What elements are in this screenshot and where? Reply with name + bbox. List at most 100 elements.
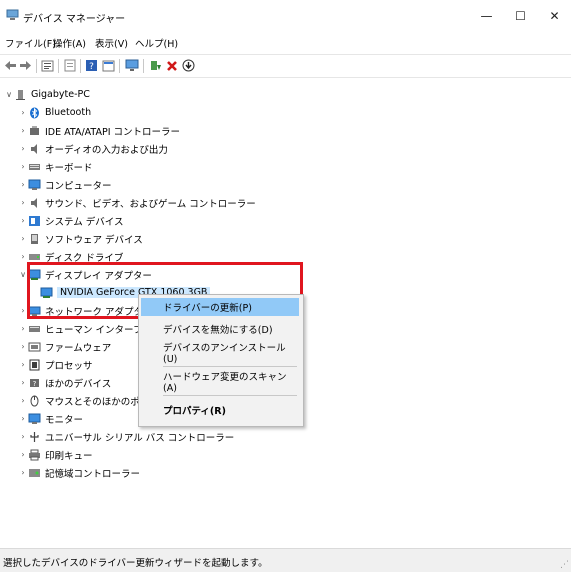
tree-item-label: 印刷キュー [45,450,93,462]
chevron-right-icon[interactable]: › [18,126,28,135]
chevron-right-icon[interactable]: › [18,450,28,459]
software-device-icon [31,233,38,244]
chevron-right-icon[interactable]: › [18,360,28,369]
menu-help[interactable]: ヘルプ(H) [135,36,178,50]
properties-menu-item[interactable]: プロパティ(R) [141,401,299,419]
other-device-icon: ? [30,378,39,388]
tree-item-audio[interactable]: › オーディオの入力および出力 [18,140,168,157]
tree-item-label: サウンド、ビデオ、およびゲーム コントローラー [45,198,256,210]
tree-item-system[interactable]: › システム デバイス [18,212,123,229]
action-icon[interactable] [101,58,116,73]
tree-root[interactable]: ∨ Gigabyte-PC [4,86,90,103]
update-driver-icon[interactable] [148,58,163,73]
chevron-right-icon[interactable]: › [18,468,28,477]
ide-controller-icon [30,125,39,135]
tree-item-label: コンピューター [45,180,112,192]
tree-item-label: システム デバイス [45,216,124,228]
chevron-right-icon[interactable]: › [18,144,28,153]
chevron-right-icon[interactable]: › [18,342,28,351]
scan-hardware-icon[interactable] [124,58,139,73]
chevron-down-icon[interactable]: ∨ [4,90,14,99]
tree-item-computer[interactable]: › コンピューター [18,176,112,193]
menu-view[interactable]: 表示(V) [95,36,128,50]
tree-item-label: IDE ATA/ATAPI コントローラー [45,126,181,138]
forward-icon[interactable] [18,58,33,73]
keyboard-icon [29,163,40,170]
tree-item-bluetooth[interactable]: › Bluetooth [18,104,91,121]
tree-item-monitor[interactable]: › モニター [18,410,83,427]
disable-icon[interactable] [181,58,196,73]
chevron-right-icon[interactable]: › [18,234,28,243]
title-bar: デバイス マネージャー — ☐ ✕ [0,0,571,32]
print-queue-icon [29,449,40,460]
tree-item-label: ソフトウェア デバイス [45,234,143,246]
chevron-right-icon[interactable]: › [18,216,28,225]
tree-item-usb[interactable]: › ユニバーサル シリアル バス コントローラー [18,428,234,445]
tree-item-software[interactable]: › ソフトウェア デバイス [18,230,143,247]
update-driver-menu-item[interactable]: ドライバーの更新(P) [141,298,299,316]
tree-item-label: プロセッサ [45,360,93,372]
minimize-button[interactable]: — [468,0,505,32]
show-hidden-icon[interactable] [62,58,77,73]
tree-item-label: ファームウェア [45,342,112,354]
uninstall-icon[interactable] [164,58,179,73]
chevron-right-icon[interactable]: › [18,162,28,171]
uninstall-device-menu-item[interactable]: デバイスのアンインストール(U) [141,343,299,365]
chevron-right-icon[interactable]: › [18,414,28,423]
menu-file[interactable]: ファイル(F) [5,36,56,50]
system-device-icon [29,215,40,226]
tree-item-processor[interactable]: › プロセッサ [18,356,93,373]
resize-grip-icon[interactable]: ⋰ [560,560,569,570]
tree-item-label: 記憶域コントローラー [45,468,141,480]
chevron-right-icon[interactable]: › [18,108,28,117]
tree-item-label: キーボード [45,162,93,174]
tree-item-sound[interactable]: › サウンド、ビデオ、およびゲーム コントローラー [18,194,256,211]
tree-item-keyboard[interactable]: › キーボード [18,158,93,175]
window-title: デバイス マネージャー [23,14,126,25]
menu-separator [163,366,297,367]
bluetooth-icon [30,107,39,118]
mouse-icon [30,395,39,406]
chevron-right-icon[interactable]: › [18,396,28,405]
toolbar: ? [0,54,571,78]
help-icon[interactable]: ? [84,58,99,73]
computer-icon [28,179,41,190]
properties-icon[interactable] [40,58,55,73]
chevron-right-icon[interactable]: › [18,180,28,189]
chevron-right-icon[interactable]: › [18,432,28,441]
tree-item-storage[interactable]: › 記憶域コントローラー [18,464,140,481]
scan-hardware-menu-item[interactable]: ハードウェア変更のスキャン(A) [141,372,299,394]
maximize-button[interactable]: ☐ [502,0,539,32]
tree-root-label: Gigabyte-PC [31,89,90,100]
tree-item-ide[interactable]: › IDE ATA/ATAPI コントローラー [18,122,180,139]
chevron-right-icon[interactable]: › [18,378,28,387]
tree-item-label: ユニバーサル シリアル バス コントローラー [45,432,235,444]
menu-action[interactable]: 操作(A) [53,36,86,50]
tree-item-label: ほかのデバイス [45,378,112,390]
tree-item-firmware[interactable]: › ファームウェア [18,338,111,355]
sound-icon [31,197,37,208]
disable-device-menu-item[interactable]: デバイスを無効にする(D) [141,320,299,338]
monitor-icon [28,413,41,424]
tree-item-label: モニター [45,414,84,426]
status-text: 選択したデバイスのドライバー更新ウィザードを起動します。 [3,558,268,569]
audio-icon [31,143,37,154]
tree-item-other[interactable]: › ? ほかのデバイス [18,374,111,391]
firmware-icon [28,342,41,351]
back-icon[interactable] [3,58,18,73]
close-button[interactable]: ✕ [536,0,571,32]
tree-item-label: オーディオの入力および出力 [45,144,168,156]
chevron-right-icon[interactable]: › [18,198,28,207]
usb-icon [30,431,39,442]
tree-item-print[interactable]: › 印刷キュー [18,446,93,463]
svg-text:?: ? [33,380,37,388]
device-manager-icon [6,9,19,20]
storage-controller-icon [29,468,40,477]
chevron-right-icon[interactable]: › [18,252,28,261]
svg-text:?: ? [89,62,94,72]
processor-icon [29,359,40,370]
chevron-right-icon[interactable]: › [18,324,28,333]
disk-drive-icon [29,253,40,260]
context-menu: ドライバーの更新(P) デバイスを無効にする(D) デバイスのアンインストール(… [138,294,304,427]
menu-separator [163,395,297,396]
